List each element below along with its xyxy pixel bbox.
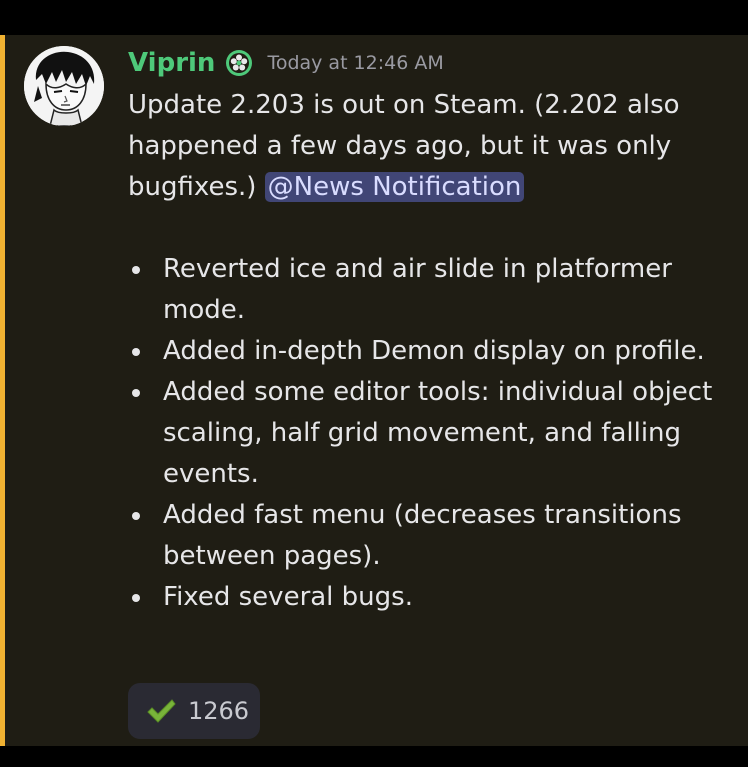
reaction-button[interactable]: 1266 — [128, 683, 260, 739]
reaction-count: 1266 — [188, 697, 250, 725]
list-item: Added fast menu (decreases transitions b… — [128, 495, 728, 577]
mention-highlight-bar — [0, 35, 5, 746]
check-mark-icon — [146, 697, 176, 725]
list-item: Reverted ice and air slide in platformer… — [128, 249, 728, 331]
message-content: Update 2.203 is out on Steam. (2.202 als… — [128, 85, 728, 618]
list-item: Added some editor tools: individual obje… — [128, 372, 728, 495]
message-container: Viprin Today at 12:46 AM Update 2.203 is… — [0, 35, 748, 746]
avatar[interactable] — [24, 46, 104, 126]
timestamp[interactable]: Today at 12:46 AM — [267, 52, 443, 74]
author-name[interactable]: Viprin — [128, 48, 215, 78]
changelog-list: Reverted ice and air slide in platformer… — [128, 249, 728, 618]
role-mention[interactable]: @News Notification — [264, 172, 525, 202]
list-item: Added in-depth Demon display on profile. — [128, 331, 728, 372]
role-flower-icon[interactable] — [225, 49, 253, 77]
message-intro: Update 2.203 is out on Steam. (2.202 als… — [128, 85, 728, 208]
list-item: Fixed several bugs. — [128, 577, 728, 618]
message-header: Viprin Today at 12:46 AM — [128, 43, 444, 83]
